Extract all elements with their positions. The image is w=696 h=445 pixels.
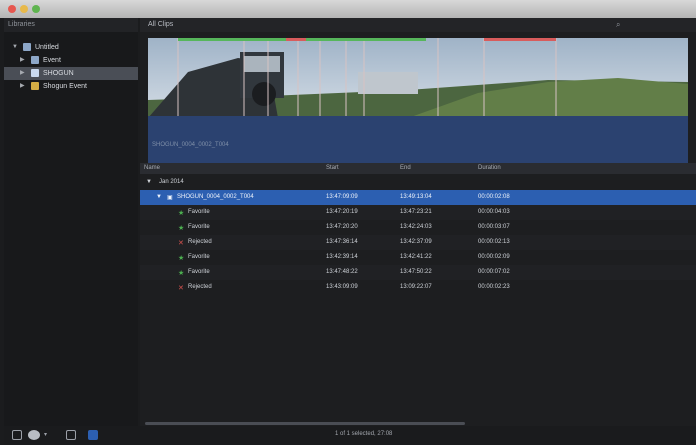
table-row[interactable]: ★ Favorite 13:47:20:20 13:42:24:03 00:00…: [140, 220, 696, 235]
minimize-window-button[interactable]: [20, 5, 28, 13]
row-end: 13:47:50:22: [400, 269, 432, 275]
favorite-icon: ★: [178, 270, 185, 277]
favorite-icon: ★: [178, 210, 185, 217]
row-duration: 00:00:02:09: [478, 254, 510, 260]
library-sidebar: Libraries ▼ Untitled ▶ Event ▶ SHOGUN ▶ …: [4, 18, 138, 426]
group-label: Jan 2014: [159, 179, 184, 185]
row-duration: 00:00:03:07: [478, 224, 510, 230]
row-end: 13:42:41:22: [400, 254, 432, 260]
clip-filmstrip[interactable]: SHOGUN_0004_0002_T004: [148, 38, 688, 163]
row-name: Rejected: [188, 284, 212, 290]
table-row[interactable]: ✕ Rejected 13:47:36:14 13:42:37:09 00:00…: [140, 235, 696, 250]
list-column-header: Name Start End Duration: [140, 163, 696, 174]
disclosure-triangle-icon[interactable]: ▼: [156, 194, 162, 200]
table-row[interactable]: ★ Favorite 13:47:48:22 13:47:50:22 00:00…: [140, 265, 696, 280]
table-row[interactable]: ▼ ▣ SHOGUN_0004_0002_T004 13:47:09:09 13…: [140, 190, 696, 205]
row-duration: 00:00:02:23: [478, 284, 510, 290]
disclosure-triangle-icon[interactable]: ▶: [20, 54, 25, 67]
selection-status: 1 of 1 selected, 27:08: [335, 431, 393, 437]
filmstrip-clip-name: SHOGUN_0004_0002_T004: [152, 142, 229, 148]
favorite-icon: ★: [178, 255, 185, 262]
row-start: 13:42:39:14: [326, 254, 358, 260]
table-row[interactable]: ✕ Rejected 13:43:09:09 13:09:22:07 00:00…: [140, 280, 696, 295]
sidebar-item-label: Event: [43, 57, 61, 64]
table-row[interactable]: ★ Favorite 13:47:20:19 13:47:23:21 00:00…: [140, 205, 696, 220]
column-duration-header[interactable]: Duration: [478, 165, 501, 171]
row-end: 13:42:37:09: [400, 239, 432, 245]
bottom-toolbar: ▾ 1 of 1 selected, 27:08: [4, 426, 696, 445]
row-name: Favorite: [188, 254, 210, 260]
library-toggle-icon[interactable]: [12, 430, 22, 440]
row-start: 13:43:09:09: [326, 284, 358, 290]
library-icon: [23, 43, 31, 51]
event-icon: [31, 69, 39, 77]
clip-list: Name Start End Duration ▼ Jan 2014 ▼ ▣ S…: [140, 163, 696, 413]
sidebar-item-shogun[interactable]: ▶ SHOGUN: [4, 67, 138, 80]
row-duration: 00:00:07:02: [478, 269, 510, 275]
row-end: 13:42:24:03: [400, 224, 432, 230]
row-start: 13:47:48:22: [326, 269, 358, 275]
row-end: 13:47:23:21: [400, 209, 432, 215]
row-name: SHOGUN_0004_0002_T004: [177, 194, 254, 200]
row-end: 13:09:22:07: [400, 284, 432, 290]
row-start: 13:47:20:19: [326, 209, 358, 215]
group-row-jan-2014[interactable]: ▼ Jan 2014: [140, 175, 696, 190]
disclosure-triangle-icon[interactable]: ▼: [12, 41, 18, 54]
row-name: Favorite: [188, 209, 210, 215]
row-duration: 00:00:04:03: [478, 209, 510, 215]
sidebar-item-label: Untitled: [35, 44, 59, 51]
zoom-window-button[interactable]: [32, 5, 40, 13]
row-start: 13:47:36:14: [326, 239, 358, 245]
libraries-header: Libraries: [4, 18, 138, 32]
filmstrip-range-bar: [148, 116, 688, 163]
column-end-header[interactable]: End: [400, 165, 411, 171]
row-duration: 00:00:02:08: [478, 194, 510, 200]
disclosure-triangle-icon[interactable]: ▶: [20, 67, 25, 80]
browser-pane: All Clips ⌕ SHOGUN_0004_0002_T004 Name S…: [140, 18, 696, 426]
sidebar-item-shogun-event[interactable]: ▶ Shogun Event: [4, 80, 138, 93]
clip-icon: ▣: [167, 195, 173, 201]
column-name-header[interactable]: Name: [144, 165, 160, 171]
row-start: 13:47:09:09: [326, 194, 358, 200]
disclosure-triangle-icon[interactable]: ▼: [146, 179, 152, 185]
search-icon[interactable]: ⌕: [616, 20, 620, 30]
row-duration: 00:00:02:13: [478, 239, 510, 245]
horizontal-scrollbar[interactable]: [145, 422, 465, 425]
filmstrip-view-icon[interactable]: [66, 430, 76, 440]
row-end: 13:49:13:04: [400, 194, 432, 200]
disclosure-triangle-icon[interactable]: ▶: [20, 80, 25, 93]
sidebar-item-label: Shogun Event: [43, 83, 87, 90]
favorite-icon: ★: [178, 225, 185, 232]
smart-collection-icon: [31, 82, 39, 90]
sidebar-item-label: SHOGUN: [43, 70, 74, 77]
row-name: Favorite: [188, 269, 210, 275]
sidebar-item-event[interactable]: ▶ Event: [4, 54, 138, 67]
list-view-icon[interactable]: [88, 430, 98, 440]
browser-header: All Clips ⌕: [140, 18, 696, 32]
browser-title[interactable]: All Clips: [148, 21, 173, 28]
rejected-icon: ✕: [178, 240, 184, 247]
window-titlebar: [0, 0, 696, 18]
rejected-icon: ✕: [178, 285, 184, 292]
column-start-header[interactable]: Start: [326, 165, 339, 171]
sidebar-item-untitled[interactable]: ▼ Untitled: [4, 41, 138, 54]
chevron-down-icon[interactable]: ▾: [44, 431, 47, 438]
table-row[interactable]: ★ Favorite 13:42:39:14 13:42:41:22 00:00…: [140, 250, 696, 265]
close-window-button[interactable]: [8, 5, 16, 13]
event-icon: [31, 56, 39, 64]
settings-gear-icon[interactable]: [28, 430, 40, 440]
row-start: 13:47:20:20: [326, 224, 358, 230]
row-name: Rejected: [188, 239, 212, 245]
row-name: Favorite: [188, 224, 210, 230]
